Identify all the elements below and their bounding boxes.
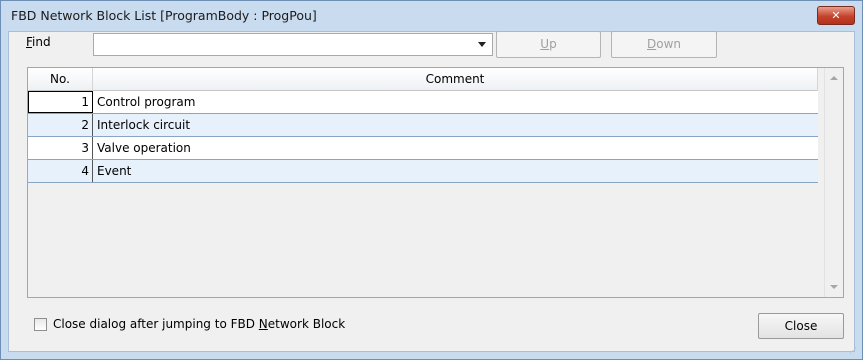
down-button[interactable]: Down xyxy=(611,31,717,58)
row-comment[interactable]: Event xyxy=(97,160,131,182)
title-bar[interactable]: FBD Network Block List [ProgramBody : Pr… xyxy=(1,1,862,31)
row-number[interactable]: 4 xyxy=(28,160,93,182)
row-number[interactable]: 3 xyxy=(28,137,93,159)
row-number[interactable]: 1 xyxy=(28,91,93,113)
row-comment[interactable]: Valve operation xyxy=(97,137,191,159)
table-row[interactable]: 1 Control program xyxy=(28,91,818,114)
table-row[interactable]: 2 Interlock circuit xyxy=(28,114,818,137)
scroll-up-icon[interactable] xyxy=(830,76,838,80)
dropdown-arrow-icon[interactable] xyxy=(478,42,486,47)
row-comment[interactable]: Interlock circuit xyxy=(97,114,190,136)
resize-grip-icon[interactable]: ⋰ xyxy=(849,346,859,356)
table-header: No. Comment xyxy=(28,68,818,91)
close-window-button[interactable]: ✕ xyxy=(817,6,855,25)
close-button[interactable]: Close xyxy=(758,313,844,339)
row-number[interactable]: 2 xyxy=(28,114,93,136)
close-after-jump-checkbox[interactable] xyxy=(34,318,47,331)
column-header-comment[interactable]: Comment xyxy=(93,68,818,91)
row-comment[interactable]: Control program xyxy=(97,91,195,113)
find-label: Find xyxy=(26,35,51,49)
scroll-down-icon[interactable] xyxy=(830,285,838,289)
close-icon: ✕ xyxy=(831,9,841,22)
close-after-jump-label[interactable]: Close dialog after jumping to FBD Networ… xyxy=(53,317,345,331)
up-button[interactable]: Up xyxy=(496,31,601,58)
fbd-network-block-list-dialog: FBD Network Block List [ProgramBody : Pr… xyxy=(0,0,863,360)
vertical-scrollbar[interactable] xyxy=(824,68,843,297)
column-header-no[interactable]: No. xyxy=(28,68,93,91)
find-combobox[interactable] xyxy=(93,33,493,56)
network-block-table[interactable]: No. Comment 1 Control program 2 Interloc… xyxy=(27,67,844,298)
table-row[interactable]: 3 Valve operation xyxy=(28,137,818,160)
table-row[interactable]: 4 Event xyxy=(28,160,818,183)
window-title: FBD Network Block List [ProgramBody : Pr… xyxy=(11,8,317,23)
